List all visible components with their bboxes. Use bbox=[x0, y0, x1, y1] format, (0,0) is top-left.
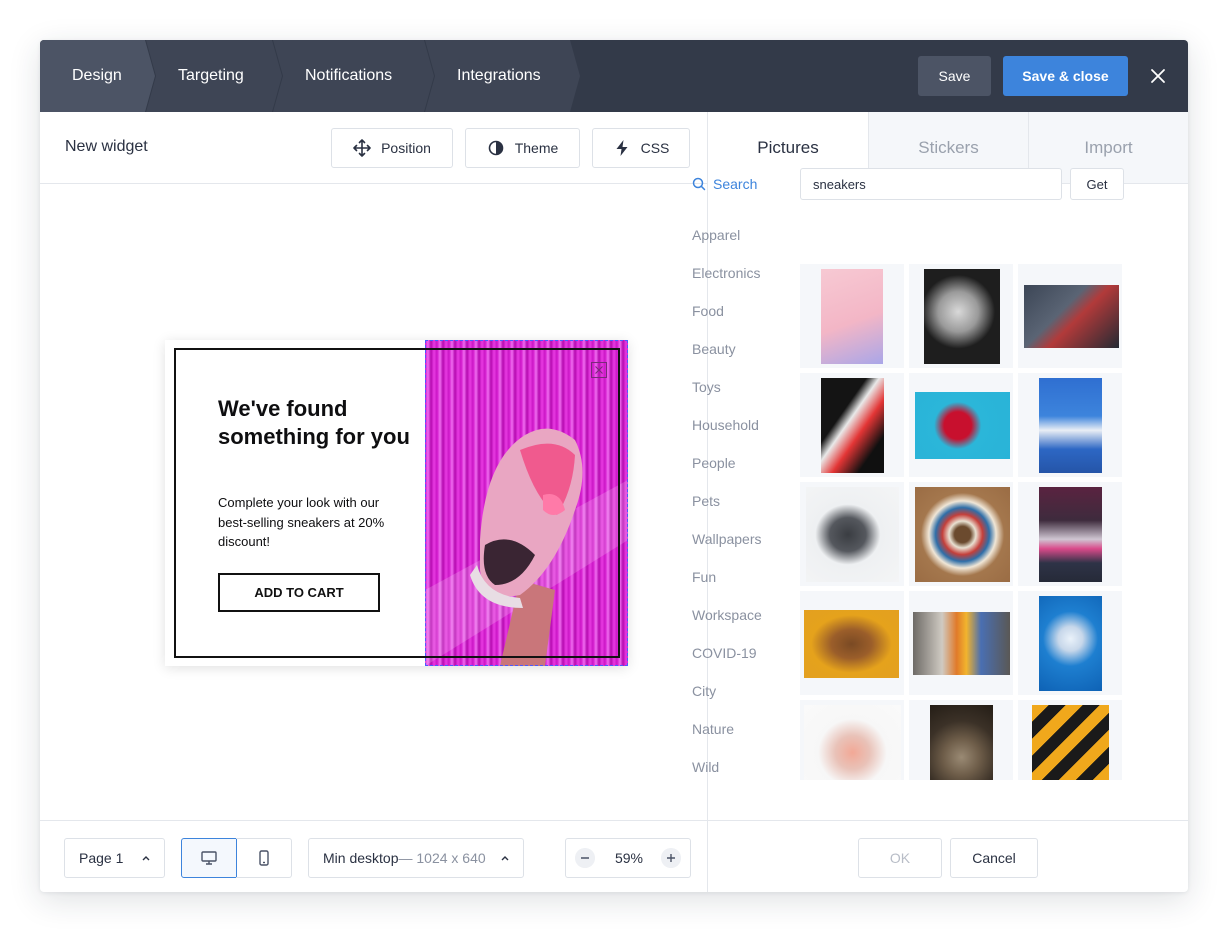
css-button[interactable]: CSS bbox=[592, 128, 690, 168]
sneaker-photo bbox=[915, 392, 1010, 459]
sneaker-photo bbox=[913, 612, 1010, 675]
sneaker-photo bbox=[804, 705, 901, 780]
editor-canvas: We've found something for you Complete y… bbox=[40, 185, 707, 820]
category-workspace[interactable]: Workspace bbox=[692, 604, 792, 642]
category-wild[interactable]: Wild bbox=[692, 756, 792, 780]
search-label[interactable]: Search bbox=[692, 176, 757, 192]
category-toys[interactable]: Toys bbox=[692, 376, 792, 414]
search-input[interactable] bbox=[800, 168, 1062, 200]
category-fun[interactable]: Fun bbox=[692, 566, 792, 604]
sneaker-photo bbox=[1024, 285, 1119, 348]
zoom-control: 59% bbox=[565, 838, 691, 878]
editor-footer: Page 1 Min desktop — 1024 x 640 59% bbox=[40, 820, 707, 892]
picture-thumbnail[interactable] bbox=[800, 373, 904, 477]
editor-toolbar: New widget Position Theme CSS bbox=[40, 112, 707, 184]
cancel-button[interactable]: Cancel bbox=[950, 838, 1038, 878]
picture-grid bbox=[800, 224, 1124, 780]
panel-footer: OK Cancel bbox=[708, 820, 1188, 892]
picture-thumbnail[interactable] bbox=[800, 482, 904, 586]
picture-thumbnail[interactable] bbox=[1018, 264, 1122, 368]
sneaker-photo bbox=[1039, 487, 1102, 582]
category-food[interactable]: Food bbox=[692, 300, 792, 338]
sneaker-photo bbox=[804, 610, 899, 678]
mobile-view-toggle[interactable] bbox=[236, 838, 292, 878]
sneaker-photo bbox=[1039, 596, 1102, 691]
save-and-close-button[interactable]: Save & close bbox=[1003, 56, 1128, 96]
picture-thumbnail[interactable] bbox=[800, 591, 904, 695]
top-bar: Design Targeting Notifications Integrati… bbox=[40, 40, 1188, 112]
popup-text[interactable]: Complete your look with our best-selling… bbox=[218, 493, 398, 552]
widget-name: New widget bbox=[65, 138, 148, 155]
ok-button[interactable]: OK bbox=[858, 838, 942, 878]
search-icon bbox=[692, 177, 706, 191]
screen-size-select[interactable]: Min desktop — 1024 x 640 bbox=[308, 838, 524, 878]
zoom-in-icon[interactable] bbox=[661, 848, 681, 868]
popup-title[interactable]: We've found something for you bbox=[218, 395, 418, 451]
category-electronics[interactable]: Electronics bbox=[692, 262, 792, 300]
category-covid-19[interactable]: COVID-19 bbox=[692, 642, 792, 680]
position-button[interactable]: Position bbox=[331, 128, 453, 168]
picture-thumbnail[interactable] bbox=[800, 264, 904, 368]
picture-thumbnail[interactable] bbox=[1018, 482, 1122, 586]
contrast-icon bbox=[488, 140, 504, 156]
picture-thumbnail[interactable] bbox=[909, 373, 1013, 477]
step-targeting[interactable]: Targeting bbox=[146, 40, 282, 112]
zoom-level: 59% bbox=[614, 850, 644, 866]
picture-thumbnail[interactable] bbox=[909, 264, 1013, 368]
picture-thumbnail[interactable] bbox=[1018, 373, 1122, 477]
category-wallpapers[interactable]: Wallpapers bbox=[692, 528, 792, 566]
zoom-out-icon[interactable] bbox=[575, 848, 595, 868]
popup-preview[interactable]: We've found something for you Complete y… bbox=[165, 340, 628, 666]
desktop-icon bbox=[201, 851, 217, 865]
sneaker-photo bbox=[915, 487, 1010, 582]
sneaker-photo bbox=[821, 269, 883, 364]
sneaker-photo bbox=[930, 705, 993, 780]
picture-thumbnail[interactable] bbox=[909, 482, 1013, 586]
picture-thumbnail[interactable] bbox=[1018, 700, 1122, 780]
category-apparel[interactable]: Apparel bbox=[692, 224, 792, 262]
save-button[interactable]: Save bbox=[918, 56, 991, 96]
sneaker-photo bbox=[821, 378, 884, 473]
step-design[interactable]: Design bbox=[40, 40, 155, 112]
chevron-up-icon bbox=[142, 856, 150, 861]
add-to-cart-button[interactable]: ADD TO CART bbox=[218, 573, 380, 612]
mobile-icon bbox=[258, 850, 269, 866]
sneaker-photo bbox=[924, 269, 1000, 364]
picture-thumbnail[interactable] bbox=[909, 591, 1013, 695]
step-notifications[interactable]: Notifications bbox=[273, 40, 434, 112]
chevron-up-icon bbox=[501, 856, 509, 861]
category-beauty[interactable]: Beauty bbox=[692, 338, 792, 376]
category-nature[interactable]: Nature bbox=[692, 718, 792, 756]
sneaker-photo bbox=[1039, 378, 1102, 473]
picture-thumbnail[interactable] bbox=[909, 700, 1013, 780]
popup-close-icon[interactable] bbox=[591, 362, 607, 378]
category-pets[interactable]: Pets bbox=[692, 490, 792, 528]
close-icon[interactable] bbox=[1148, 66, 1168, 86]
page-select[interactable]: Page 1 bbox=[64, 838, 165, 878]
screen-size-dimensions: — 1024 x 640 bbox=[398, 850, 486, 866]
step-integrations[interactable]: Integrations bbox=[425, 40, 580, 112]
picture-thumbnail[interactable] bbox=[800, 700, 904, 780]
get-button[interactable]: Get bbox=[1070, 168, 1124, 200]
category-city[interactable]: City bbox=[692, 680, 792, 718]
category-list: Apparel Electronics Food Beauty Toys Hou… bbox=[692, 224, 792, 780]
desktop-view-toggle[interactable] bbox=[181, 838, 237, 878]
picture-thumbnail[interactable] bbox=[1018, 591, 1122, 695]
category-household[interactable]: Household bbox=[692, 414, 792, 452]
move-icon bbox=[353, 139, 371, 157]
category-people[interactable]: People bbox=[692, 452, 792, 490]
sneaker-photo bbox=[1032, 705, 1109, 780]
sneaker-photo bbox=[806, 487, 899, 582]
theme-button[interactable]: Theme bbox=[465, 128, 580, 168]
lightning-icon bbox=[616, 140, 628, 156]
